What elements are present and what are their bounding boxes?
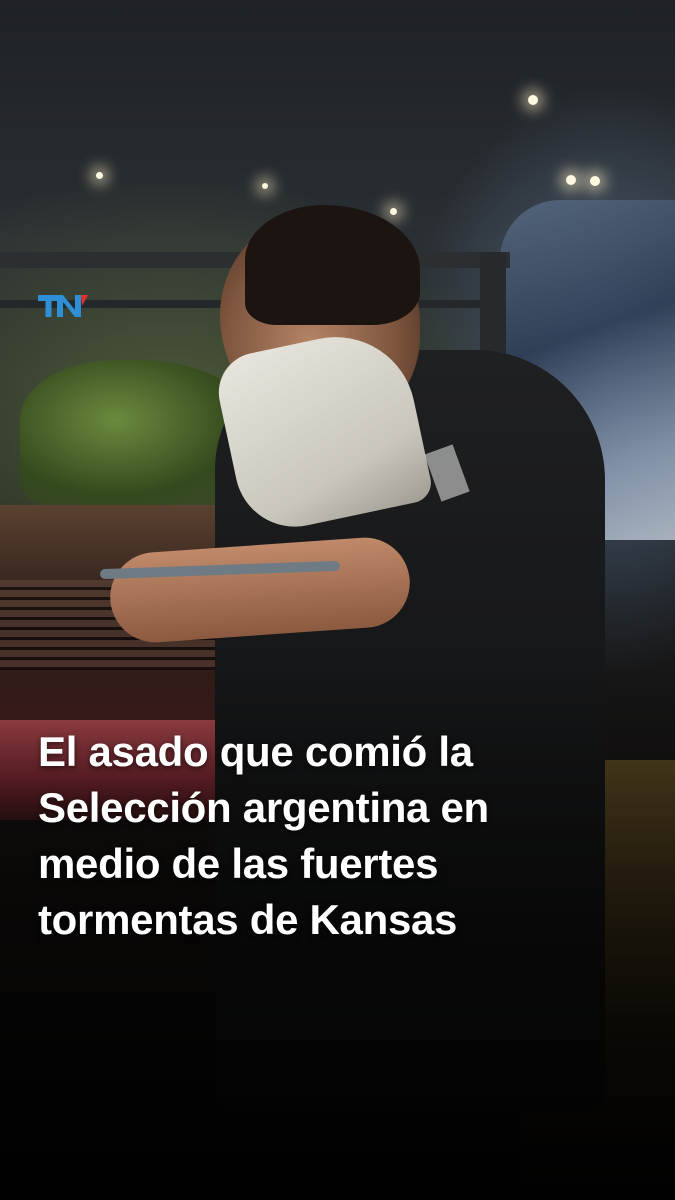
video-frame[interactable]: El asado que comió la Selección argentin… [0,0,675,1200]
headline: El asado que comió la Selección argentin… [38,724,638,948]
headline-line: El asado que comió la [38,728,473,775]
headline-line: Selección argentina en [38,784,489,831]
gradient-overlay [0,0,675,1200]
headline-line: tormentas de Kansas [38,896,458,943]
headline-line: medio de las fuertes [38,840,439,887]
tn-logo-icon [38,295,88,317]
